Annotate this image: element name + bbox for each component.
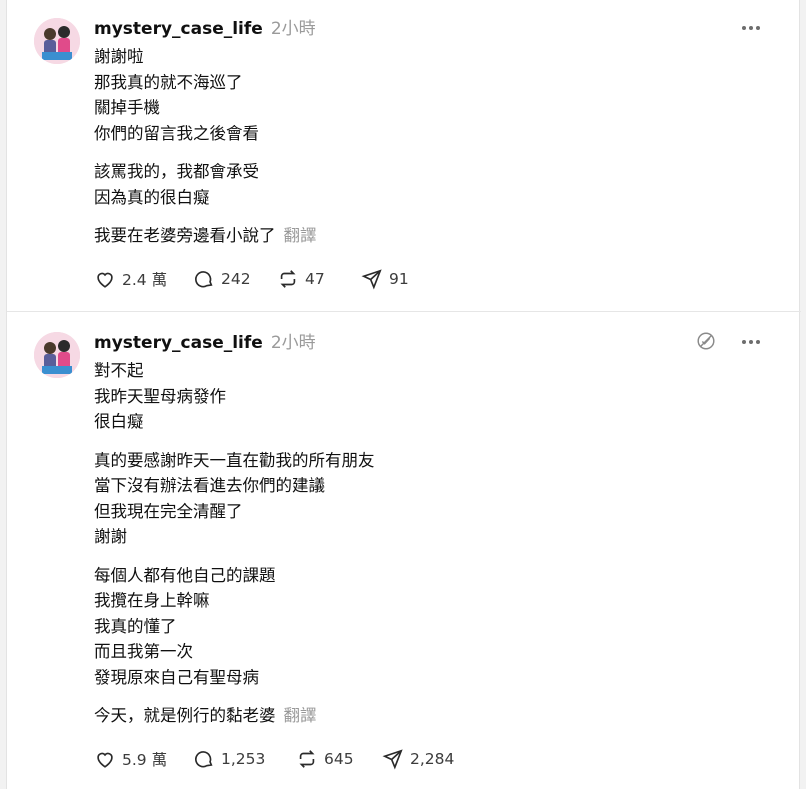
post-time[interactable]: 2小時 xyxy=(271,14,316,39)
action-bar: 5.9 萬 1,253 645 2,284 xyxy=(94,747,454,771)
heart-icon xyxy=(97,752,113,768)
send-icon xyxy=(382,749,403,770)
text-line: 那我真的就不海巡了 xyxy=(94,72,243,92)
text-line: 真的要感謝昨天一直在勸我的所有朋友 xyxy=(94,450,375,470)
avatar[interactable] xyxy=(34,332,80,378)
repost-button[interactable]: 47 xyxy=(277,268,361,290)
comment-icon xyxy=(195,751,213,768)
more-options-icon[interactable] xyxy=(739,330,763,354)
like-button[interactable]: 2.4 萬 xyxy=(94,268,193,290)
text-line: 我要在老婆旁邊看小說了 翻譯 xyxy=(94,223,774,249)
repost-count: 645 xyxy=(324,750,354,768)
repost-icon xyxy=(299,750,315,768)
username[interactable]: mystery_case_life xyxy=(94,19,263,39)
text-line: 我真的懂了 xyxy=(94,616,177,636)
post-header: mystery_case_life 2小時 xyxy=(94,14,316,39)
threads-feed: mystery_case_life 2小時 謝謝啦 那我真的就不海巡了 關掉手機… xyxy=(6,0,801,789)
text-line: 我攬在身上幹嘛 xyxy=(94,591,210,610)
comment-button[interactable]: 1,253 xyxy=(193,748,296,770)
post[interactable]: mystery_case_life 2小時 謝謝啦 那我真的就不海巡了 關掉手機… xyxy=(7,0,801,311)
share-button[interactable]: 91 xyxy=(361,268,409,290)
post-text: 對不起 我昨天聖母病發作 很白癡 真的要感謝昨天一直在勸我的所有朋友 當下沒有辦… xyxy=(94,358,774,729)
like-count: 5.9 萬 xyxy=(122,751,168,769)
comment-icon xyxy=(195,271,213,288)
text-line: 但我現在完全清醒了 xyxy=(94,501,243,521)
post-time[interactable]: 2小時 xyxy=(271,328,316,353)
translate-link[interactable]: 翻譯 xyxy=(284,226,317,245)
comment-count: 242 xyxy=(221,270,251,288)
action-bar: 2.4 萬 242 47 91 xyxy=(94,267,409,291)
share-count: 2,284 xyxy=(410,750,455,768)
text-line: 發現原來自己有聖母病 xyxy=(94,667,259,687)
text-line: 而且我第一次 xyxy=(94,642,193,661)
translate-link[interactable]: 翻譯 xyxy=(284,706,317,725)
repost-button[interactable]: 645 xyxy=(296,748,382,770)
heart-icon xyxy=(97,272,113,288)
repost-icon xyxy=(280,270,296,288)
text-line: 當下沒有辦法看進去你們的建議 xyxy=(94,476,325,495)
post-header: mystery_case_life 2小時 xyxy=(94,328,316,353)
like-button[interactable]: 5.9 萬 xyxy=(94,748,193,770)
post[interactable]: mystery_case_life 2小時 對不起 我昨天聖母病發作 很白癡 真… xyxy=(7,311,801,789)
avatar[interactable] xyxy=(34,18,80,64)
post-text: 謝謝啦 那我真的就不海巡了 關掉手機 你們的留言我之後會看 該罵我的，我都會承受… xyxy=(94,44,774,249)
text-line: 因為真的很白癡 xyxy=(94,187,210,207)
text-line: 關掉手機 xyxy=(94,98,160,117)
text-line: 該罵我的，我都會承受 xyxy=(94,162,259,181)
text-line: 我昨天聖母病發作 xyxy=(94,386,226,406)
share-count: 91 xyxy=(389,270,409,288)
username[interactable]: mystery_case_life xyxy=(94,333,263,353)
share-button[interactable]: 2,284 xyxy=(382,748,454,770)
comment-count: 1,253 xyxy=(221,750,266,768)
repost-count: 47 xyxy=(305,270,325,288)
like-count: 2.4 萬 xyxy=(122,271,168,289)
text-line: 謝謝 xyxy=(94,527,127,546)
more-options-icon[interactable] xyxy=(739,16,763,40)
comment-button[interactable]: 242 xyxy=(193,268,277,290)
text-line: 每個人都有他自己的課題 xyxy=(94,565,276,585)
text-line: 對不起 xyxy=(94,361,144,380)
text-line: 謝謝啦 xyxy=(94,47,144,66)
send-icon xyxy=(361,269,382,290)
text-line: 你們的留言我之後會看 xyxy=(94,123,259,143)
text-line: 今天，就是例行的黏老婆 翻譯 xyxy=(94,703,774,729)
text-line: 我要在老婆旁邊看小說了 xyxy=(94,226,276,245)
not-interested-icon[interactable] xyxy=(695,330,717,352)
text-line: 很白癡 xyxy=(94,412,144,431)
text-line: 今天，就是例行的黏老婆 xyxy=(94,706,276,725)
